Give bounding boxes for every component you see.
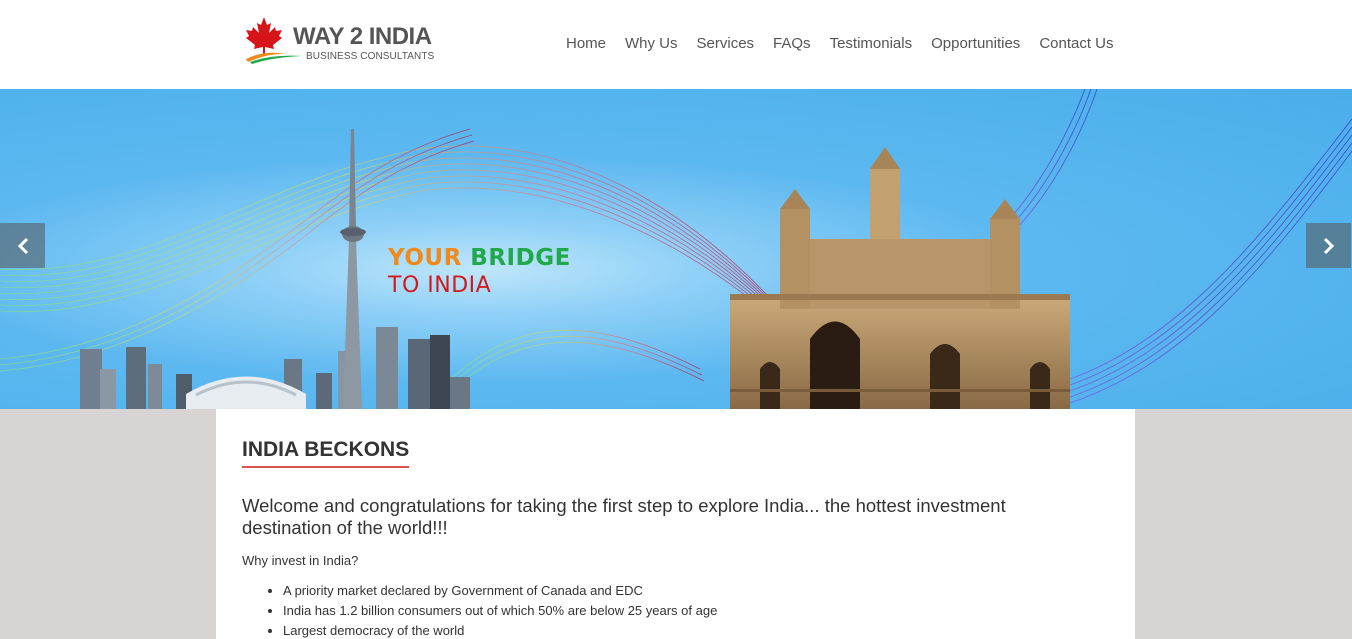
list-item: A priority market declared by Government… <box>283 581 717 601</box>
nav-services[interactable]: Services <box>697 35 755 55</box>
site-header: WAY 2 INDIA BUSINESS CONSULTANTS Home Wh… <box>0 0 1352 89</box>
main-content: INDIA BECKONS Welcome and congratulation… <box>216 409 1135 639</box>
chevron-left-icon <box>17 237 28 254</box>
page-title: INDIA BECKONS <box>242 438 410 468</box>
list-item: Largest democracy of the world <box>283 621 717 639</box>
carousel-prev-button[interactable] <box>0 223 45 268</box>
brand-subtitle: BUSINESS CONSULTANTS <box>306 51 435 62</box>
gateway-of-india <box>730 147 1070 409</box>
banner-illustration <box>0 89 1352 409</box>
list-item: India has 1.2 billion consumers out of w… <box>283 601 717 621</box>
nav-home[interactable]: Home <box>566 35 606 55</box>
tagline-line-2: TO INDIA <box>388 273 492 298</box>
logo[interactable]: WAY 2 INDIA BUSINESS CONSULTANTS <box>244 16 444 68</box>
carousel-next-button[interactable] <box>1306 223 1351 268</box>
banner-tagline: YOUR BRIDGE TO INDIA <box>388 245 571 298</box>
nav-testimonials[interactable]: Testimonials <box>830 35 913 55</box>
nav-why-us[interactable]: Why Us <box>625 35 678 55</box>
lead-paragraph: Welcome and congratulations for taking t… <box>242 495 1006 538</box>
nav-opportunities[interactable]: Opportunities <box>931 35 1020 55</box>
why-invest-heading: Why invest in India? <box>242 553 359 568</box>
brand-title: WAY 2 INDIA <box>293 23 432 50</box>
tagline-word-bridge: BRIDGE <box>470 245 571 271</box>
flag-swoosh-icon <box>246 52 302 64</box>
main-nav: Home Why Us Services FAQs Testimonials O… <box>566 35 1114 55</box>
reasons-list: A priority market declared by Government… <box>283 581 717 639</box>
tagline-word-your: YOUR <box>388 245 462 271</box>
hero-carousel: YOUR BRIDGE TO INDIA <box>0 89 1352 409</box>
tagline-line-1: YOUR BRIDGE <box>388 245 571 271</box>
nav-faqs[interactable]: FAQs <box>773 35 811 55</box>
chevron-right-icon <box>1323 237 1334 254</box>
nav-contact-us[interactable]: Contact Us <box>1039 35 1113 55</box>
